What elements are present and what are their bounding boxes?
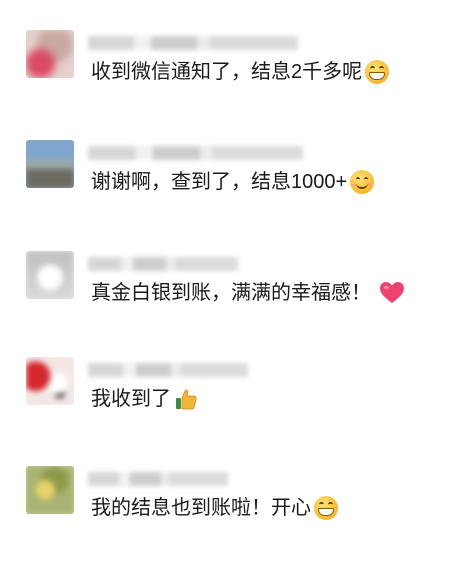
grin-icon — [365, 60, 390, 84]
smile-icon — [350, 170, 375, 194]
comment-text: 我收到了 — [91, 388, 171, 410]
avatar[interactable] — [26, 140, 74, 188]
comment-text-row: 我收到了 — [91, 385, 198, 413]
thumbs-up-icon — [176, 389, 197, 410]
comment-text: 收到微信通知了，结息2千多呢 — [91, 61, 363, 83]
grin-icon — [314, 496, 338, 520]
comment-item: 我的结息也到账啦！开心 — [0, 466, 471, 566]
comment-text: 我的结息也到账啦！开心 — [91, 497, 311, 519]
comment-text: 谢谢啊，查到了，结息1000+ — [91, 171, 348, 193]
comment-item: 我收到了 — [0, 357, 471, 457]
username-redacted — [88, 36, 298, 50]
username-redacted — [88, 257, 238, 271]
avatar[interactable] — [26, 357, 74, 405]
comment-text-row: 真金白银到账，满满的幸福感！ — [91, 279, 405, 307]
comment-item: 真金白银到账，满满的幸福感！ — [0, 251, 471, 351]
avatar[interactable] — [26, 30, 74, 78]
heart-icon — [380, 282, 404, 303]
avatar[interactable] — [26, 466, 74, 514]
comment-text-row: 谢谢啊，查到了，结息1000+ — [91, 168, 375, 196]
comment-text-row: 我的结息也到账啦！开心 — [91, 494, 338, 522]
comment-text: 真金白银到账，满满的幸福感！ — [91, 282, 371, 304]
comment-item: 收到微信通知了，结息2千多呢 — [0, 30, 471, 130]
username-redacted — [88, 472, 228, 486]
avatar[interactable] — [26, 251, 74, 299]
username-redacted — [88, 363, 248, 377]
username-redacted — [88, 146, 303, 160]
comment-item: 谢谢啊，查到了，结息1000+ — [0, 140, 471, 240]
comment-text-row: 收到微信通知了，结息2千多呢 — [91, 58, 390, 86]
comment-feed: 收到微信通知了，结息2千多呢 谢谢啊，查到了，结息1000+ 真金白银到账，满满… — [0, 0, 471, 559]
